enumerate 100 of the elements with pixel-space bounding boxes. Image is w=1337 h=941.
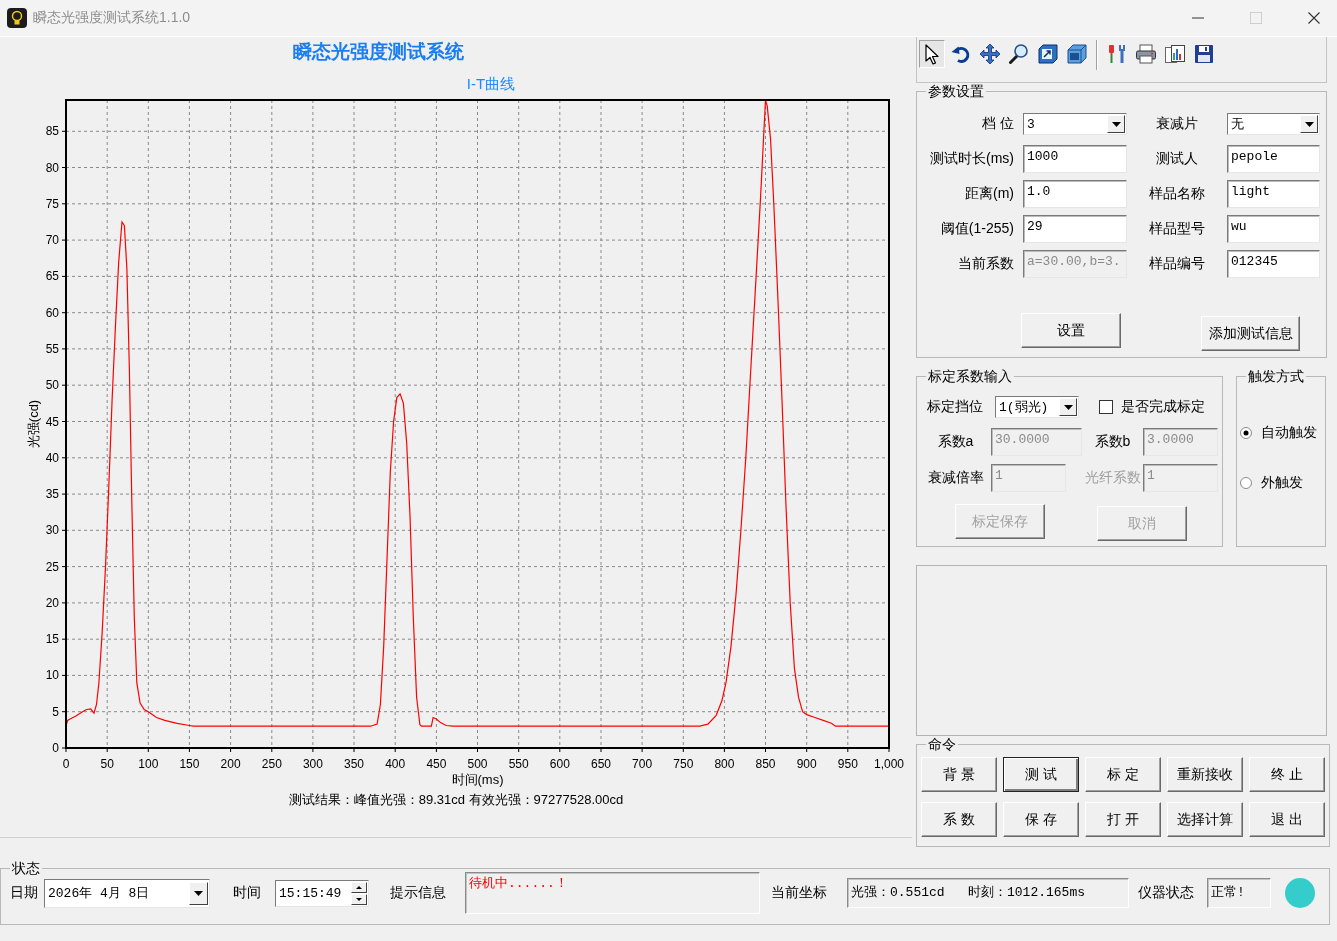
date-picker[interactable]: 2026年 4月 8日 [44, 878, 210, 908]
checkbox-label[interactable]: 是否完成标定 [1121, 398, 1205, 416]
dropdown-arrow-button[interactable] [1300, 115, 1318, 133]
x-tick-label: 300 [302, 757, 323, 771]
x-tick-label: 900 [796, 757, 817, 771]
command-button[interactable]: 标 定 [1085, 757, 1161, 792]
maximize-icon [1250, 12, 1262, 24]
dropdown-arrow-button[interactable] [1059, 398, 1077, 416]
dropdown-arrow-button[interactable] [189, 881, 208, 905]
command-button[interactable]: 背 景 [921, 757, 997, 792]
x-tick-label: 550 [508, 757, 529, 771]
y-axis-label: 光强(cd) [26, 399, 41, 449]
magnifier-icon [1008, 43, 1030, 65]
y-tick-label: 25 [45, 559, 59, 574]
x-tick-label: 450 [426, 757, 447, 771]
y-tick-label: 60 [45, 305, 59, 320]
field-label: 光纤系数 [1083, 469, 1142, 487]
status-light-icon [1285, 878, 1315, 908]
y-tick-label: 45 [45, 414, 59, 429]
text-field[interactable]: 1000 [1023, 145, 1127, 173]
box-arrow-icon [1037, 43, 1059, 65]
y-tick-label: 40 [45, 450, 59, 465]
x-tick-label: 100 [138, 757, 159, 771]
y-tick-label: 80 [45, 160, 59, 175]
group-title: 触发方式 [1247, 368, 1305, 385]
field-label: 当前坐标 [771, 884, 827, 902]
field-label: 仪器状态 [1138, 884, 1194, 902]
radio-button[interactable] [1240, 427, 1252, 439]
x-tick-label: 250 [261, 757, 282, 771]
command-button[interactable]: 退 出 [1249, 802, 1325, 837]
window-title: 瞬态光强度测试系统1.1.0 [33, 9, 191, 27]
x-tick-label: 500 [467, 757, 488, 771]
field-label: 样品型号 [1148, 220, 1206, 238]
x-tick-label: 800 [714, 757, 735, 771]
command-button[interactable]: 系 数 [921, 802, 997, 837]
add-test-info-button[interactable]: 添加测试信息 [1201, 316, 1300, 351]
field-label: 测试人 [1155, 150, 1199, 168]
caret-icon [1304, 121, 1314, 127]
chart-heading: 瞬态光强度测试系统 [293, 40, 464, 64]
command-button[interactable]: 终 止 [1249, 757, 1325, 792]
spin-down-button[interactable] [351, 893, 367, 905]
lightbulb-icon [7, 8, 27, 28]
time-spinner[interactable]: 15:15:49 [275, 879, 369, 907]
field-label: 标定挡位 [927, 398, 984, 416]
spin-up-button[interactable] [351, 881, 367, 893]
y-tick-label: 15 [45, 632, 59, 647]
tools-icon [1106, 43, 1128, 65]
command-button[interactable]: 选择计算 [1167, 802, 1243, 837]
x-tick-label: 50 [100, 757, 114, 771]
dropdown[interactable]: 3 [1023, 113, 1127, 135]
x-tick-label: 200 [220, 757, 241, 771]
command-button[interactable]: 打 开 [1085, 802, 1161, 837]
coordinates-field: 光强：0.551cd 时刻：1012.165ms [847, 878, 1129, 908]
group-title: 状态 [11, 860, 41, 877]
y-tick-label: 55 [45, 341, 59, 356]
text-field[interactable]: light [1227, 180, 1320, 208]
set-button[interactable]: 设置 [1021, 313, 1121, 348]
caret-icon [356, 885, 362, 889]
group-title: 标定系数输入 [927, 368, 1013, 385]
text-field[interactable]: wu [1227, 215, 1320, 243]
printer-icon [1135, 43, 1157, 65]
radio-button[interactable] [1240, 477, 1252, 489]
x-tick-label: 400 [385, 757, 406, 771]
dropdown[interactable]: 无 [1227, 113, 1320, 135]
field-label: 衰减片 [1155, 115, 1199, 133]
y-tick-label: 50 [45, 378, 59, 393]
toolbar-button[interactable] [919, 40, 945, 68]
text-field[interactable]: 29 [1023, 215, 1127, 243]
dropdown[interactable]: 1(弱光) [995, 396, 1079, 418]
field-label: 样品名称 [1148, 185, 1206, 203]
x-tick-label: 850 [755, 757, 776, 771]
y-tick-label: 5 [52, 704, 59, 719]
device-status-field: 正常! [1207, 878, 1271, 908]
cube-icon [1066, 43, 1088, 65]
move-arrows-icon [979, 43, 1001, 65]
y-tick-label: 20 [45, 595, 59, 610]
text-field[interactable]: 012345 [1227, 250, 1320, 278]
field-label: 测试时长(ms) [929, 150, 1015, 168]
command-button[interactable]: 重新接收 [1167, 757, 1243, 792]
field-label: 衰减倍率 [926, 469, 985, 487]
x-tick-label: 700 [632, 757, 653, 771]
y-tick-label: 70 [45, 233, 59, 248]
x-tick-label: 750 [673, 757, 694, 771]
x-tick-label: 600 [549, 757, 570, 771]
x-axis-label: 时间(ms) [451, 772, 504, 787]
command-button[interactable]: 测 试 [1003, 757, 1079, 792]
radio-label[interactable]: 外触发 [1261, 474, 1303, 492]
dropdown-arrow-button[interactable] [1107, 115, 1125, 133]
text-field[interactable]: pepole [1227, 145, 1320, 173]
command-button[interactable]: 保 存 [1003, 802, 1079, 837]
y-tick-label: 35 [45, 487, 59, 502]
radio-label[interactable]: 自动触发 [1261, 424, 1317, 442]
x-tick-label: 1,000 [874, 757, 904, 771]
text-field[interactable]: 1.0 [1023, 180, 1127, 208]
y-tick-label: 85 [45, 124, 59, 139]
field-label: 距离(m) [964, 185, 1015, 203]
x-tick-label: 350 [344, 757, 364, 771]
caret-icon [1063, 404, 1073, 410]
field-label: 当前系数 [957, 255, 1015, 273]
checkbox[interactable] [1099, 400, 1113, 414]
